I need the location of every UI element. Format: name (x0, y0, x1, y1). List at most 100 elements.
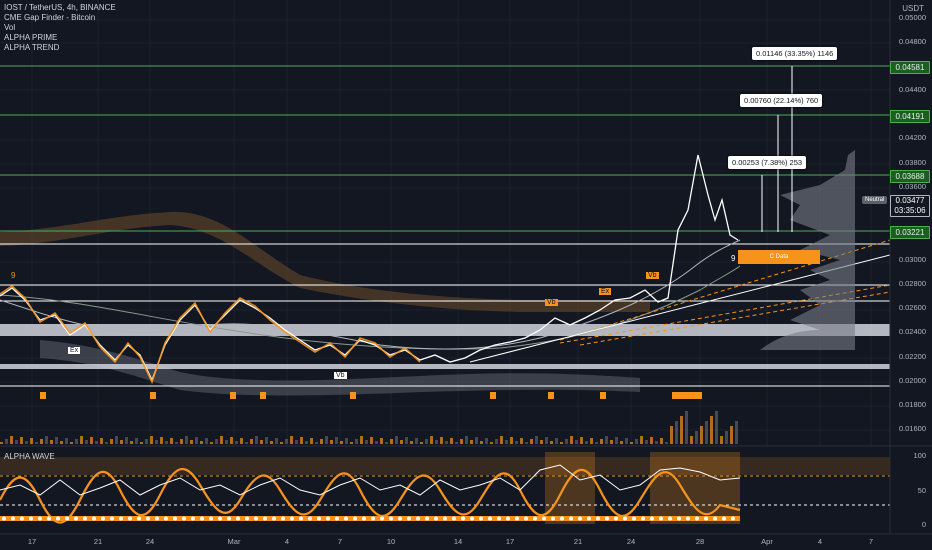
volume-bar (605, 436, 608, 444)
osc-dot (389, 516, 393, 521)
price-label: 0.02200 (898, 352, 926, 361)
volume-bar (320, 439, 323, 444)
osc-dot (308, 516, 312, 521)
volume-bar (690, 436, 693, 444)
osc-dot (56, 516, 60, 521)
price-label: 0.01800 (898, 400, 926, 409)
volume-bar (500, 436, 503, 444)
osc-dot (470, 516, 474, 521)
osc-dot (686, 516, 690, 521)
time-label: 7 (868, 537, 874, 546)
volume-bar (220, 436, 223, 444)
volume-bar (285, 439, 288, 444)
volume-bar (495, 439, 498, 444)
osc-dot (578, 516, 582, 521)
osc-scale-label: 0 (921, 520, 926, 529)
volume-bar (515, 441, 518, 444)
volume-bar (50, 440, 53, 444)
measure-label[interactable]: 0.00760 (22.14%) 760 (740, 94, 823, 107)
volume-bar (640, 436, 643, 444)
osc-dot (506, 516, 510, 521)
osc-dot (137, 516, 141, 521)
currency-label[interactable]: USDT (902, 4, 924, 13)
osc-dot (2, 516, 6, 521)
volume-bar (715, 411, 718, 444)
volume-bar (255, 436, 258, 444)
indicator-alpha-prime[interactable]: ALPHA PRIME (4, 33, 116, 43)
volume-bar (225, 440, 228, 444)
osc-dot (128, 516, 132, 521)
chart-canvas[interactable] (0, 0, 932, 550)
time-label: 10 (386, 537, 396, 546)
price-label: 0.02800 (898, 279, 926, 288)
volume-bar (155, 440, 158, 444)
osc-dot (542, 516, 546, 521)
volume-bar (645, 440, 648, 444)
volume-bar (355, 439, 358, 444)
volume-bar (570, 436, 573, 444)
time-label: 24 (626, 537, 636, 546)
symbol-title[interactable]: IOST / TetherUS, 4h, BINANCE (4, 3, 116, 13)
osc-dot (650, 516, 654, 521)
bar-countdown: 03:35:06 (894, 206, 926, 215)
osc-dot (317, 516, 321, 521)
volume-bar (325, 436, 328, 444)
osc-dot (614, 516, 618, 521)
volume-bar (85, 440, 88, 444)
volume-bar (455, 442, 458, 444)
measure-label[interactable]: 0.01146 (33.35%) 1146 (752, 47, 838, 60)
osc-dot (668, 516, 672, 521)
osc-dot (344, 516, 348, 521)
osc-dot (155, 516, 159, 521)
volume-bar (650, 437, 653, 444)
chart-marker: Vb (545, 299, 558, 306)
volume-bar (425, 439, 428, 444)
measure-label[interactable]: 0.00253 (7.38%) 253 (728, 156, 807, 169)
osc-dot (227, 516, 231, 521)
osc-dot (326, 516, 330, 521)
volume-bar (10, 436, 13, 444)
volume-bar (520, 438, 523, 444)
chart-marker: Vb (334, 372, 347, 379)
osc-dot (560, 516, 564, 521)
volume-bar (310, 438, 313, 444)
time-label: 21 (93, 537, 103, 546)
volume-bar (270, 441, 273, 444)
oscillator-title[interactable]: ALPHA WAVE (4, 452, 55, 461)
osc-dot (83, 516, 87, 521)
osc-dot (65, 516, 69, 521)
indicator-alpha-trend[interactable]: ALPHA TREND (4, 43, 116, 53)
volume-bar (635, 439, 638, 444)
volume-bar (330, 440, 333, 444)
osc-dot (92, 516, 96, 521)
osc-dot (434, 516, 438, 521)
volume-bar (420, 442, 423, 444)
price-label: 0.03800 (898, 158, 926, 167)
volume-bar (125, 437, 128, 444)
osc-dot (569, 516, 573, 521)
volume-bar (260, 440, 263, 444)
osc-dot (20, 516, 24, 521)
time-label: 21 (573, 537, 583, 546)
osc-dot (461, 516, 465, 521)
indicator-cme-gap[interactable]: CME Gap Finder - Bitcoin (4, 13, 116, 23)
volume-bar (460, 439, 463, 444)
indicator-vol[interactable]: Vol (4, 23, 116, 33)
osc-dot (632, 516, 636, 521)
current-price: 0.03477 (895, 196, 925, 205)
volume-bar (55, 437, 58, 444)
volume-bar (350, 442, 353, 444)
time-label: Mar (227, 537, 241, 546)
osc-dot (371, 516, 375, 521)
osc-dot (164, 516, 168, 521)
volume-bar (695, 431, 698, 444)
volume-bar (35, 442, 38, 444)
volume-bar (475, 437, 478, 444)
volume-bar (130, 441, 133, 444)
osc-dot (551, 516, 555, 521)
volume-bar (75, 439, 78, 444)
volume-bar (395, 436, 398, 444)
time-label: 17 (27, 537, 37, 546)
price-label: 0.01600 (898, 424, 926, 433)
osc-dot (641, 516, 645, 521)
